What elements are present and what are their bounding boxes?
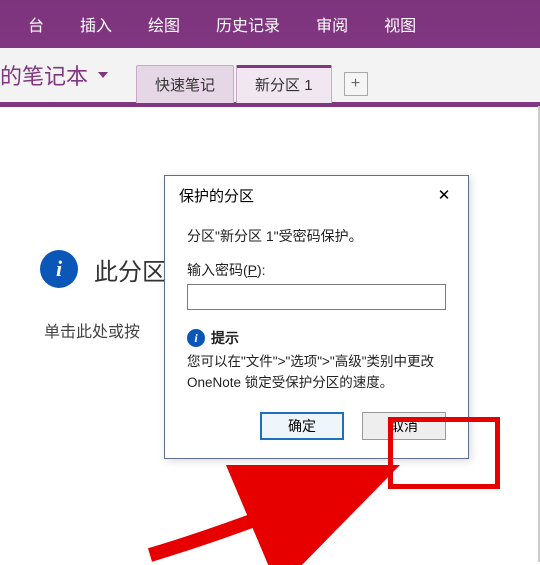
ribbon-tab-review[interactable]: 审阅	[298, 0, 366, 48]
dialog-titlebar: 保护的分区 ✕	[165, 176, 468, 212]
ok-button[interactable]: 确定	[260, 412, 344, 440]
close-icon: ✕	[438, 186, 451, 204]
dialog-section-line: 分区"新分区 1"受密码保护。	[187, 226, 446, 246]
info-glyph-small: i	[194, 331, 197, 346]
tip-title: 提示	[211, 328, 239, 348]
ribbon-tab-draw[interactable]: 绘图	[130, 0, 198, 48]
tip-text: 您可以在"文件">"选项">"高级"类别中更改 OneNote 锁定受保护分区的…	[187, 352, 446, 394]
notebook-dropdown[interactable]: 的笔记本	[0, 59, 116, 91]
password-input[interactable]	[187, 284, 446, 310]
add-section-button[interactable]: +	[344, 72, 368, 96]
ribbon-tab-start[interactable]: 台	[10, 0, 62, 48]
section-tabs: 快速笔记 新分区 1 +	[136, 48, 368, 102]
ribbon-tab-insert[interactable]: 插入	[62, 0, 130, 48]
ribbon-tab-view[interactable]: 视图	[366, 0, 434, 48]
section-underline	[0, 104, 540, 107]
notebook-title-text: 的笔记本	[0, 59, 88, 91]
info-glyph: i	[56, 256, 62, 282]
tip-row: i 提示	[187, 328, 446, 348]
chevron-down-icon	[98, 72, 108, 78]
info-icon-small: i	[187, 329, 205, 347]
close-button[interactable]: ✕	[430, 184, 458, 206]
dialog-body: 分区"新分区 1"受密码保护。 输入密码(P): i 提示 您可以在"文件">"…	[165, 212, 468, 458]
password-dialog: 保护的分区 ✕ 分区"新分区 1"受密码保护。 输入密码(P): i 提示 您可…	[164, 175, 469, 459]
cancel-button[interactable]: 取消	[362, 412, 446, 440]
dialog-title: 保护的分区	[179, 185, 254, 206]
section-tab-quicknotes[interactable]: 快速笔记	[136, 65, 234, 103]
ribbon: 台 插入 绘图 历史记录 审阅 视图	[0, 0, 540, 48]
info-icon: i	[40, 250, 78, 288]
dialog-buttons: 确定 取消	[187, 412, 446, 440]
notebook-bar: 的笔记本 快速笔记 新分区 1 +	[0, 48, 540, 104]
ribbon-tab-history[interactable]: 历史记录	[198, 0, 298, 48]
section-tab-new-section-1[interactable]: 新分区 1	[236, 65, 332, 103]
password-label: 输入密码(P):	[187, 260, 446, 280]
